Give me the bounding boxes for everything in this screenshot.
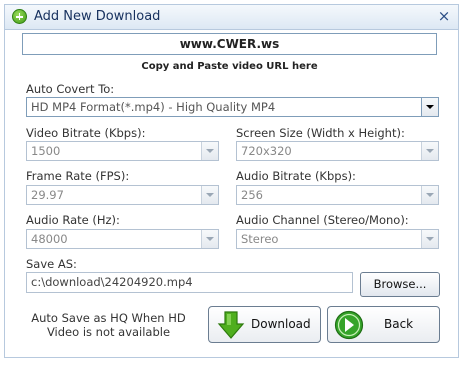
browse-button[interactable]: Browse...	[360, 272, 440, 297]
chevron-down-icon[interactable]	[201, 186, 218, 204]
save-as-label: Save AS:	[26, 257, 77, 271]
frame-rate-label: Frame Rate (FPS):	[26, 169, 130, 183]
convert-format-select[interactable]: HD MP4 Format(*.mp4) - High Quality MP4	[26, 97, 439, 117]
video-bitrate-select[interactable]: 1500	[26, 141, 219, 161]
hq-note: Auto Save as HQ When HD Video is not ava…	[26, 311, 191, 339]
back-label: Back	[384, 317, 414, 331]
download-button[interactable]: Download	[208, 306, 321, 343]
download-arrow-icon	[217, 310, 245, 340]
chevron-down-icon[interactable]	[421, 186, 438, 204]
dialog-title: Add New Download	[34, 9, 161, 24]
audio-bitrate-select[interactable]: 256	[236, 185, 439, 205]
hq-note-line2: Video is not available	[46, 325, 171, 339]
audio-bitrate-value: 256	[241, 188, 263, 202]
video-url-input[interactable]: www.CWER.ws	[22, 33, 437, 55]
convert-format-value: HD MP4 Format(*.mp4) - High Quality MP4	[31, 100, 276, 114]
download-label: Download	[251, 317, 311, 331]
video-bitrate-label: Video Bitrate (Kbps):	[26, 126, 146, 140]
video-bitrate-value: 1500	[31, 144, 61, 158]
save-path-input[interactable]: c:\download\24204920.mp4	[26, 272, 353, 293]
chevron-down-icon[interactable]	[421, 142, 438, 160]
audio-rate-select[interactable]: 48000	[26, 229, 219, 249]
frame-rate-value: 29.97	[31, 188, 64, 202]
chevron-down-icon[interactable]	[421, 98, 438, 116]
chevron-down-icon[interactable]	[201, 230, 218, 248]
frame-rate-select[interactable]: 29.97	[26, 185, 219, 205]
screen-size-value: 720x320	[241, 144, 292, 158]
hq-note-line1: Auto Save as HQ When HD	[31, 311, 186, 325]
chevron-down-icon[interactable]	[421, 230, 438, 248]
audio-rate-label: Audio Rate (Hz):	[26, 213, 120, 227]
title-bar: Add New Download ×	[5, 5, 458, 30]
audio-channel-select[interactable]: Stereo	[236, 229, 439, 249]
screen-size-label: Screen Size (Width x Height):	[236, 126, 405, 140]
audio-rate-value: 48000	[31, 232, 68, 246]
back-button[interactable]: Back	[327, 306, 440, 343]
audio-bitrate-label: Audio Bitrate (Kbps):	[236, 169, 356, 183]
convert-label: Auto Covert To:	[26, 82, 115, 96]
chevron-down-icon[interactable]	[201, 142, 218, 160]
audio-channel-label: Audio Channel (Stereo/Mono):	[236, 213, 409, 227]
screen-size-select[interactable]: 720x320	[236, 141, 439, 161]
add-plus-icon	[12, 9, 27, 24]
url-hint: Copy and Paste video URL here	[141, 61, 318, 72]
audio-channel-value: Stereo	[241, 232, 279, 246]
close-icon[interactable]: ×	[436, 7, 452, 25]
back-arrow-icon	[334, 310, 364, 340]
